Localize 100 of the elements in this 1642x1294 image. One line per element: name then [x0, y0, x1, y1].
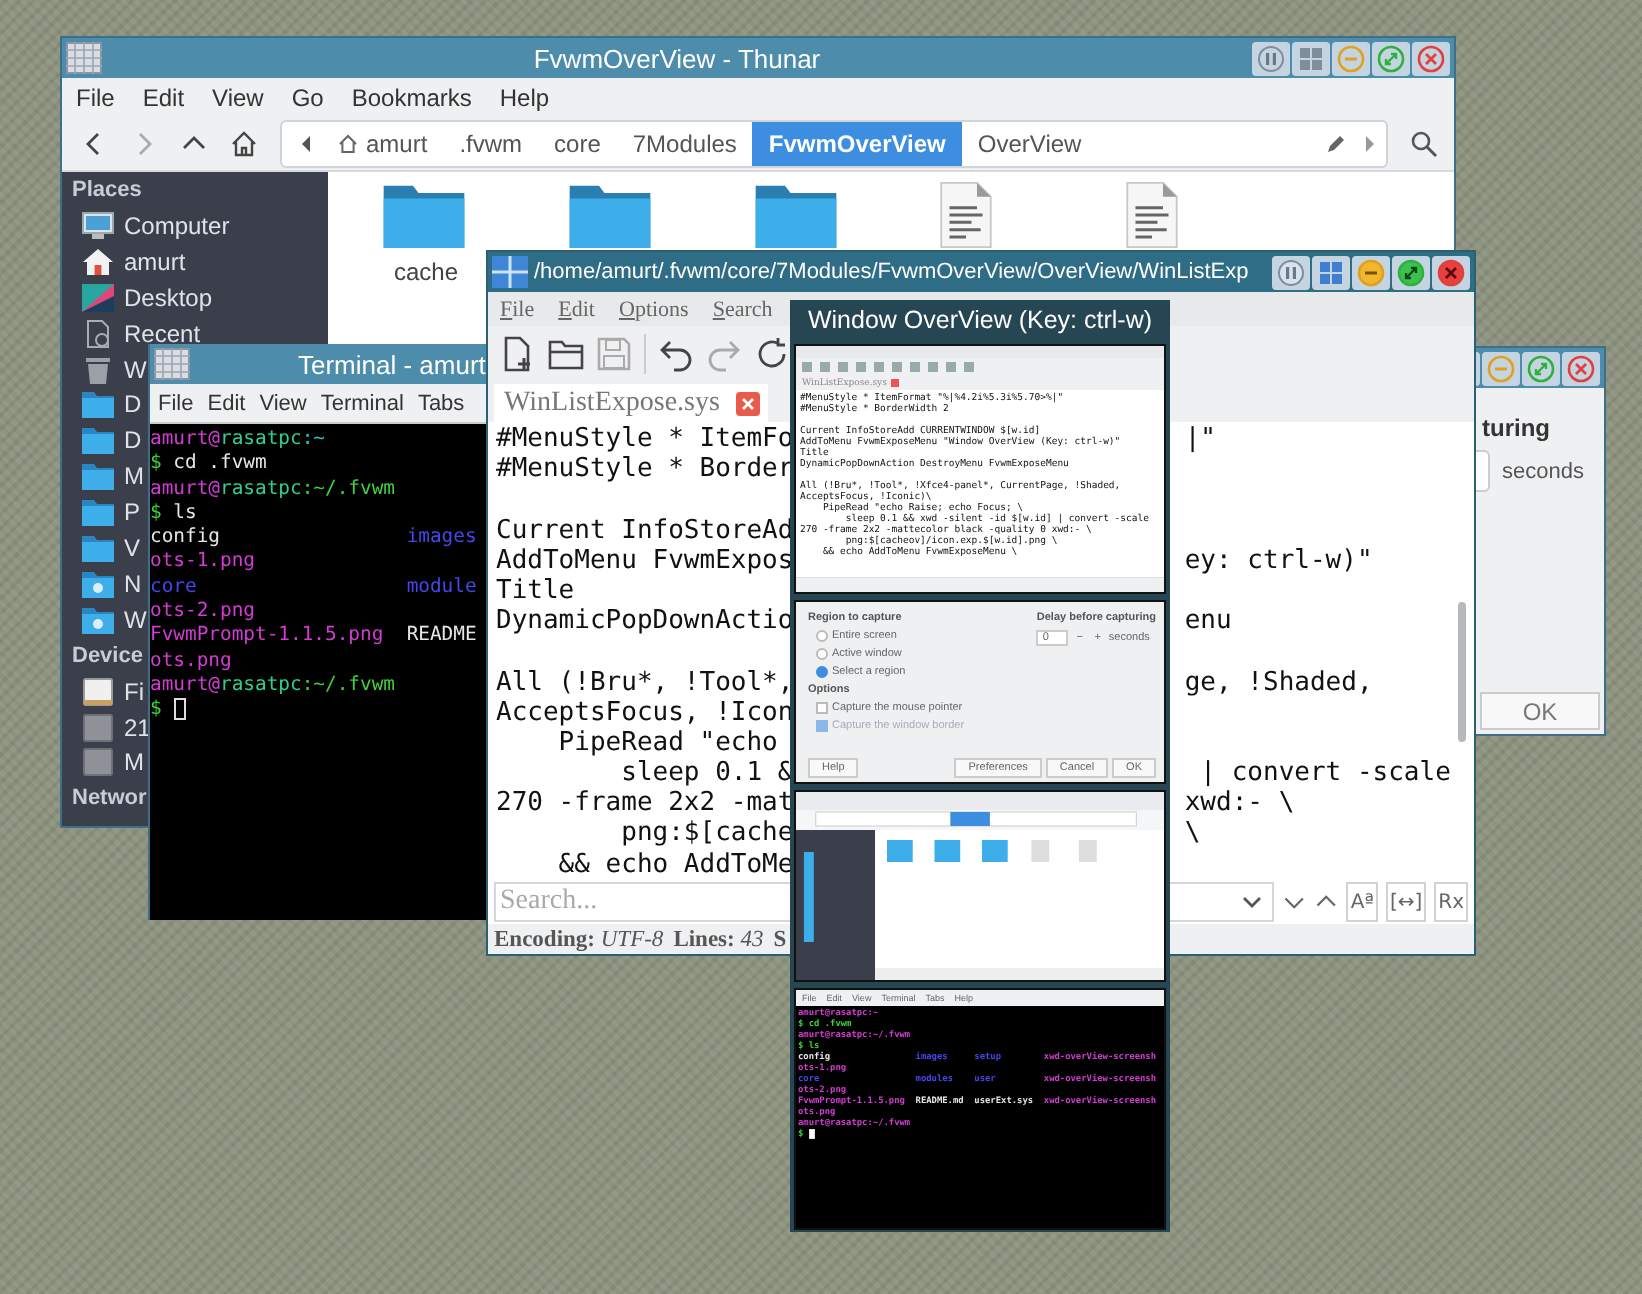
- maximize-icon[interactable]: [1392, 255, 1430, 289]
- path-button[interactable]: 7Modules: [616, 121, 753, 165]
- close-icon[interactable]: [1432, 255, 1470, 289]
- path-button[interactable]: amurt: [322, 121, 444, 165]
- document-tab[interactable]: WinListExpose.sys: [494, 384, 768, 422]
- menu-item[interactable]: File: [500, 297, 535, 321]
- grid-icon[interactable]: [1292, 41, 1330, 75]
- path-button[interactable]: OverView: [961, 121, 1098, 165]
- search-option-toggle[interactable]: [↔]: [1385, 882, 1427, 922]
- terminal-text: :~/.fvwm: [301, 673, 395, 699]
- code-line: All (!Bru*, !Tool*,: [496, 667, 794, 697]
- scroll-left-icon[interactable]: [298, 133, 314, 153]
- code-line: #MenuStyle * Border: [496, 454, 794, 485]
- pencil-icon[interactable]: [1326, 133, 1346, 153]
- folder-icon[interactable]: [566, 182, 654, 248]
- sidebar-item[interactable]: W: [124, 605, 147, 634]
- code-line: xwd:- \: [1184, 788, 1295, 819]
- sidebar-item[interactable]: amurt: [124, 247, 186, 276]
- minimize-icon[interactable]: [1352, 255, 1390, 289]
- sidebar-item[interactable]: W: [124, 355, 147, 383]
- terminal-text: $: [150, 452, 162, 478]
- home-icon[interactable]: [230, 129, 258, 157]
- sidebar-item[interactable]: Computer: [124, 211, 230, 240]
- menu-item[interactable]: View: [212, 83, 264, 111]
- grid-icon[interactable]: [1312, 255, 1350, 289]
- radio-button[interactable]: [816, 666, 828, 678]
- path-button[interactable]: core: [538, 121, 617, 165]
- sidebar-item[interactable]: N: [124, 569, 142, 598]
- menu-item[interactable]: Tabs: [417, 391, 465, 415]
- menu-item[interactable]: View: [259, 391, 307, 415]
- minimize-icon[interactable]: [1332, 41, 1370, 75]
- terminal-text: ots.png: [150, 649, 232, 674]
- path-button[interactable]: .fvwm: [443, 121, 539, 165]
- terminal-text: module: [406, 575, 477, 601]
- sidebar-item[interactable]: 21: [124, 713, 151, 742]
- search-icon[interactable]: [1410, 129, 1438, 157]
- window-thumbnail[interactable]: [794, 988, 1166, 1230]
- radio-button[interactable]: [816, 648, 828, 660]
- terminal-text: images: [406, 526, 477, 551]
- sidebar-item[interactable]: D: [124, 390, 142, 419]
- sidebar-item[interactable]: Recent: [124, 319, 201, 348]
- radio-button[interactable]: [816, 630, 828, 642]
- sidebar-item[interactable]: Fi: [124, 677, 144, 706]
- ok-button[interactable]: OK: [1480, 692, 1600, 730]
- menu-item[interactable]: Bookmarks: [351, 83, 472, 111]
- menu-item[interactable]: Edit: [207, 391, 246, 415]
- code-line: ey: ctrl-w)": [1184, 545, 1373, 576]
- network-folder-icon: [82, 569, 114, 598]
- search-option-toggle[interactable]: Rx: [1434, 882, 1468, 922]
- sidebar-item[interactable]: M: [124, 748, 144, 777]
- menu-item[interactable]: Search: [712, 297, 773, 321]
- window-menu-icon[interactable]: [66, 42, 102, 74]
- open-folder-icon[interactable]: [548, 336, 584, 372]
- text-file-icon[interactable]: [1124, 182, 1180, 248]
- folder-icon: [82, 426, 114, 455]
- network-folder-icon: [82, 605, 114, 634]
- minimize-icon[interactable]: [1482, 351, 1520, 385]
- window-menu-icon[interactable]: [154, 348, 190, 380]
- terminal-text: $: [150, 501, 162, 527]
- menu-item[interactable]: Help: [499, 83, 550, 111]
- menu-item[interactable]: Go: [291, 83, 324, 111]
- sticky-icon[interactable]: [1252, 41, 1290, 75]
- section-heading: turing: [1482, 414, 1552, 442]
- scroll-right-icon[interactable]: [1362, 133, 1378, 153]
- folder-icon[interactable]: [380, 182, 468, 248]
- sidebar-item[interactable]: Desktop: [124, 283, 213, 312]
- redo-icon[interactable]: [706, 336, 742, 372]
- code-line: png:$[cache: [619, 818, 794, 849]
- file-name[interactable]: cache: [394, 258, 459, 286]
- menu-item[interactable]: File: [76, 83, 115, 111]
- sidebar-item[interactable]: M: [124, 462, 144, 491]
- text-file-icon[interactable]: [938, 182, 994, 248]
- menu-item[interactable]: File: [158, 391, 194, 415]
- code-line: | convert -scale: [1198, 758, 1451, 789]
- sidebar-item[interactable]: V: [124, 533, 141, 562]
- scrollbar[interactable]: [1458, 602, 1466, 742]
- sidebar-heading: Device: [72, 641, 143, 672]
- sidebar-item[interactable]: D: [124, 426, 142, 455]
- terminal-text: README: [406, 624, 477, 650]
- window-thumbnail-drawing[interactable]: [794, 790, 1166, 982]
- menu-item[interactable]: Options: [618, 297, 689, 321]
- drive-icon: [82, 748, 114, 777]
- reload-icon[interactable]: [754, 336, 790, 372]
- undo-icon[interactable]: [658, 336, 694, 372]
- delay-field[interactable]: [1476, 450, 1490, 492]
- save-icon[interactable]: [596, 336, 632, 372]
- search-option-toggle[interactable]: Aª: [1346, 882, 1378, 922]
- menu-item[interactable]: Edit: [558, 297, 595, 321]
- checkbox[interactable]: [816, 702, 828, 714]
- terminal-text: amurt@: [150, 477, 220, 502]
- window-title: Terminal - amurt: [296, 349, 486, 379]
- code-line: Title: [496, 575, 575, 606]
- sidebar-item[interactable]: P: [124, 498, 141, 527]
- folder-icon[interactable]: [752, 182, 840, 248]
- terminal-text: :~: [301, 428, 325, 453]
- menu-item[interactable]: Edit: [142, 83, 185, 111]
- new-file-icon[interactable]: [500, 336, 536, 372]
- window-thumbnail[interactable]: [794, 344, 1166, 594]
- sticky-icon[interactable]: [1272, 255, 1310, 289]
- menu-item[interactable]: Terminal: [320, 391, 404, 415]
